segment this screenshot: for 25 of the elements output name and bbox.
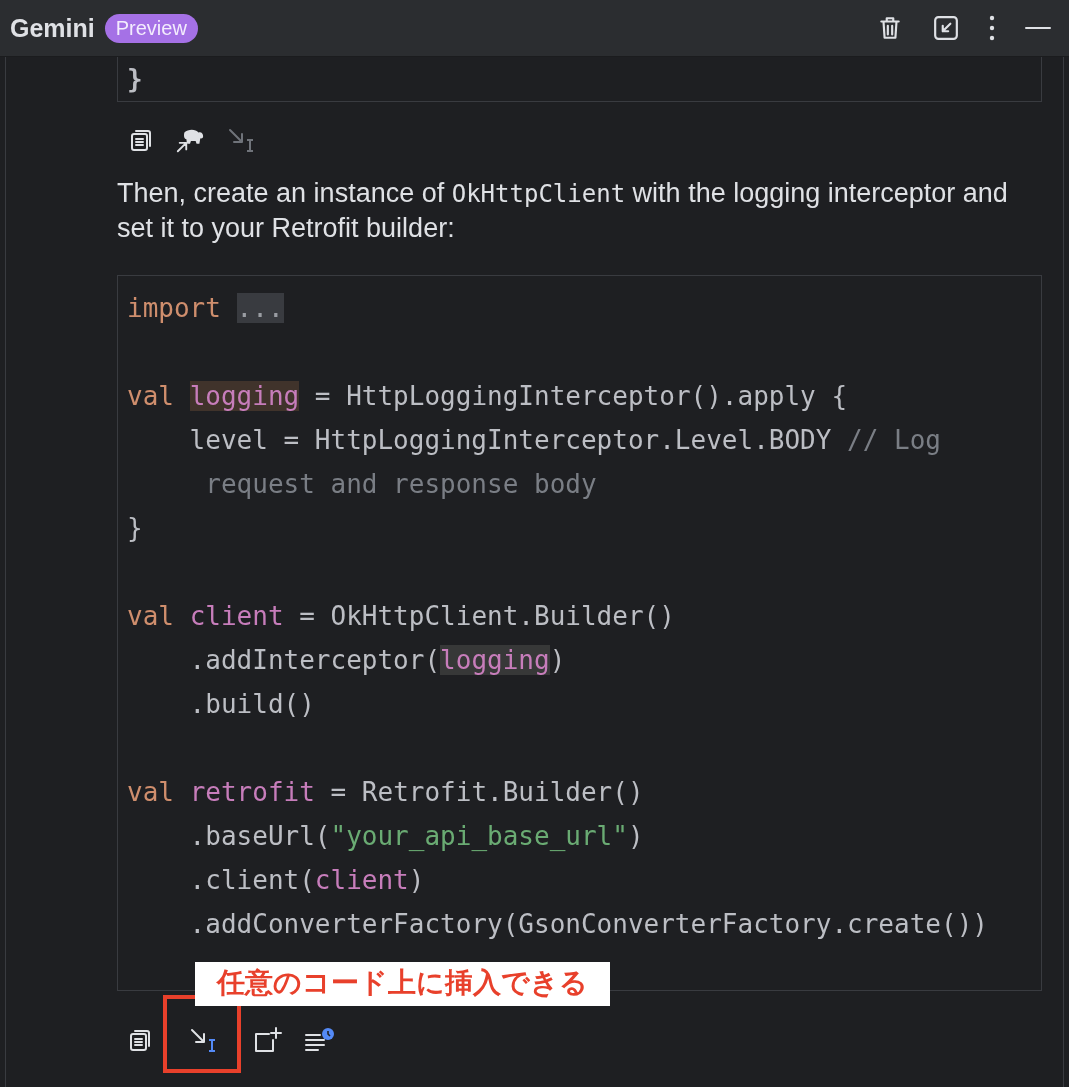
more-icon[interactable] xyxy=(989,15,995,41)
code-line: .build() xyxy=(188,688,316,721)
code-line: val client = OkHttpClient.Builder() xyxy=(127,600,676,633)
code-line: .addInterceptor(logging) xyxy=(188,644,567,677)
code-line: import ... xyxy=(127,292,285,325)
panel-title: Gemini xyxy=(10,13,95,43)
code-line: request and response body xyxy=(204,468,598,501)
annotation-label: 任意のコード上に挿入できる xyxy=(195,962,610,1006)
code-line: } xyxy=(127,63,144,96)
trash-icon[interactable] xyxy=(877,14,903,42)
explain-icon[interactable] xyxy=(304,1027,334,1053)
code-line: .addConverterFactory(GsonConverterFactory.create()) xyxy=(188,908,989,941)
code-line: .client(client) xyxy=(188,864,426,897)
new-file-icon[interactable] xyxy=(252,1026,282,1054)
copy-icon[interactable] xyxy=(128,1028,152,1052)
code-line: } xyxy=(127,512,144,545)
code-line: .baseUrl("your_api_base_url") xyxy=(188,820,645,853)
preview-badge: Preview xyxy=(104,13,198,43)
collapse-icon[interactable] xyxy=(933,15,959,41)
code-line: level = HttpLoggingInterceptor.Level.BODY // Log xyxy=(188,424,942,457)
code-line: val retrofit = Retrofit.Builder() xyxy=(127,776,645,809)
copy-icon[interactable] xyxy=(129,128,153,152)
code-line: val logging = HttpLoggingInterceptor().apply { xyxy=(127,380,849,413)
paragraph: Then, create an instance of OkHttpClient with the logging interceptor and set it to your Retrofit builder: xyxy=(117,177,1009,245)
minimize-icon[interactable] xyxy=(1025,26,1051,30)
